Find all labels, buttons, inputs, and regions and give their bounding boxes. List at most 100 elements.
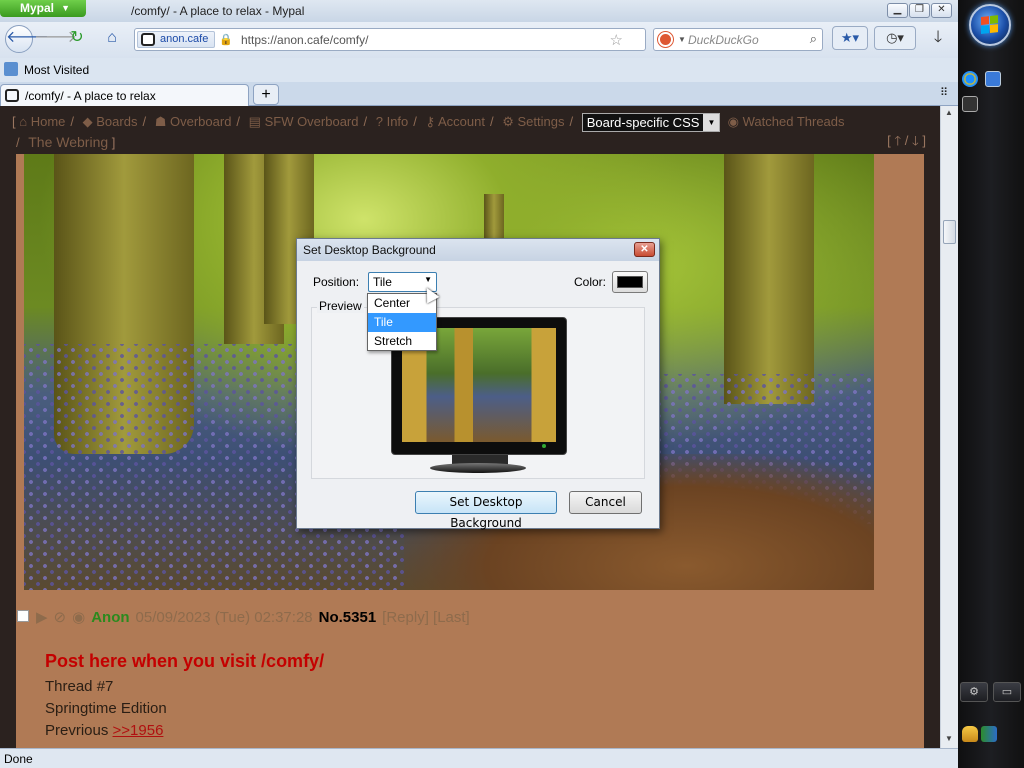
list-all-tabs-icon[interactable]: ⠿ bbox=[940, 86, 948, 99]
site-identity-label: anon.cafe bbox=[160, 33, 209, 45]
url-bar[interactable]: anon.cafe 🔒 https://anon.cafe/comfy/ ☆ bbox=[134, 28, 646, 51]
scroll-up-icon[interactable]: ▲ bbox=[945, 108, 953, 117]
webring-link[interactable]: The Webring bbox=[28, 134, 108, 150]
post-select-checkbox[interactable] bbox=[17, 610, 29, 622]
board-navigation: [ ⌂ Home / ◆ Boards / ☗ Overboard / ▤ SFW O… bbox=[12, 113, 845, 151]
downloads-icon[interactable]: 🡓 bbox=[925, 26, 951, 52]
app-menu-label: Mypal bbox=[20, 1, 55, 15]
show-desktop-icon[interactable] bbox=[962, 96, 978, 112]
post-body: Post here when you visit /comfy/ Thread … bbox=[45, 648, 324, 742]
monitor-base bbox=[430, 463, 526, 473]
tab-strip: /comfy/ - A place to relax + ⠿ bbox=[0, 82, 958, 106]
bookmarks-toolbar: Most Visited bbox=[0, 58, 958, 82]
scroll-down-icon[interactable]: ▼ bbox=[945, 734, 953, 743]
chevron-down-icon[interactable]: ▼ bbox=[678, 35, 686, 44]
color-swatch bbox=[617, 276, 643, 288]
page-scrollbar[interactable]: ▲ ▼ bbox=[940, 106, 958, 748]
new-tab-button[interactable]: + bbox=[253, 84, 279, 105]
post-line: Prevrious bbox=[45, 722, 109, 739]
quick-launch-icon[interactable] bbox=[985, 71, 1001, 87]
url-text[interactable]: https://anon.cafe/comfy/ bbox=[241, 33, 368, 47]
post-title: Post here when you visit /comfy/ bbox=[45, 651, 325, 671]
search-placeholder: DuckDuckGo bbox=[688, 33, 759, 47]
preview-label: Preview bbox=[317, 299, 364, 313]
color-label: Color: bbox=[574, 275, 607, 289]
history-button[interactable]: ◷▾ bbox=[874, 26, 916, 50]
tray-app-icon[interactable]: ⚙ bbox=[960, 682, 988, 702]
home-button[interactable]: ⌂ bbox=[99, 26, 125, 52]
color-picker-button[interactable] bbox=[612, 271, 648, 293]
tab-label: /comfy/ - A place to relax bbox=[25, 89, 156, 103]
windows-logo-icon bbox=[981, 15, 999, 35]
post-line: Thread #7 bbox=[45, 678, 114, 695]
internet-explorer-icon[interactable] bbox=[962, 71, 978, 87]
nav-boards-link[interactable]: ◆ Boards bbox=[83, 114, 138, 129]
dialog-close-button[interactable]: ✕ bbox=[634, 242, 655, 257]
dialog-titlebar: Set Desktop Background bbox=[297, 239, 659, 261]
hide-post-icon[interactable]: ⊘ bbox=[54, 609, 67, 626]
forward-button[interactable]: 🡒 bbox=[34, 26, 77, 52]
post-menu-arrow-icon[interactable]: ▶ bbox=[36, 609, 48, 626]
lock-icon: 🔒 bbox=[219, 34, 233, 46]
scroll-top-arrow-icon[interactable]: 🡑 bbox=[894, 133, 901, 148]
watched-threads-link[interactable]: ◉ Watched Threads bbox=[724, 114, 845, 129]
set-desktop-background-button[interactable]: Set Desktop Background bbox=[415, 491, 557, 530]
site-favicon bbox=[141, 33, 155, 46]
window-titlebar: Mypal ▼ /comfy/ - A place to relax - Mypa… bbox=[0, 0, 958, 22]
window-title: /comfy/ - A place to relax - Mypal bbox=[131, 4, 305, 18]
bookmarks-menu-button[interactable]: ★▾ bbox=[832, 26, 868, 50]
post-header: ▶ ⊘ ◉ Anon 05/09/2023 (Tue) 02:37:28 No.5351 [… bbox=[36, 608, 470, 626]
chevron-down-icon: ▼ bbox=[424, 275, 432, 284]
watch-thread-icon[interactable]: ◉ bbox=[72, 609, 85, 626]
tab-comfy[interactable]: /comfy/ - A place to relax bbox=[0, 84, 249, 106]
navigation-toolbar: 🡐 🡒 ↻ ⌂ anon.cafe 🔒 https://anon.cafe/co… bbox=[0, 22, 958, 58]
most-visited-bookmark[interactable]: Most Visited bbox=[24, 63, 89, 77]
page-scroll-arrows: [ 🡑 / 🡓 ] bbox=[887, 133, 926, 148]
bookmark-star-icon[interactable]: ☆ bbox=[610, 31, 623, 49]
search-icon[interactable]: ⌕ bbox=[810, 31, 817, 47]
network-icon[interactable] bbox=[981, 726, 997, 742]
board-css-select[interactable]: Board-specific CSS ▼ bbox=[581, 113, 721, 133]
power-led-icon bbox=[542, 444, 546, 448]
nav-sfw-overboard-link[interactable]: ▤ SFW Overboard bbox=[249, 114, 359, 129]
post-line: Springtime Edition bbox=[45, 700, 167, 717]
security-shield-icon[interactable] bbox=[962, 726, 978, 742]
scrollbar-thumb[interactable] bbox=[943, 220, 956, 244]
maximize-button[interactable]: ❐ bbox=[909, 3, 930, 18]
status-text: Done bbox=[4, 752, 33, 766]
nav-settings-link[interactable]: ⚙ Settings bbox=[502, 114, 564, 129]
windows-start-orb[interactable] bbox=[969, 4, 1011, 46]
minimize-button[interactable]: ▁ bbox=[887, 3, 908, 18]
option-stretch[interactable]: Stretch bbox=[368, 332, 436, 351]
app-menu-button[interactable]: Mypal ▼ bbox=[0, 0, 86, 17]
nav-account-link[interactable]: ⚷ Account bbox=[426, 114, 485, 129]
site-identity-button[interactable]: anon.cafe bbox=[137, 31, 216, 48]
set-desktop-background-dialog: Set Desktop Background ✕ Position: Tile ▼… bbox=[296, 238, 660, 530]
scroll-bottom-arrow-icon[interactable]: 🡓 bbox=[912, 133, 919, 148]
cancel-button[interactable]: Cancel bbox=[569, 491, 642, 514]
status-bar: Done bbox=[0, 748, 958, 768]
reload-button[interactable]: ↻ bbox=[64, 26, 90, 52]
option-tile[interactable]: Tile bbox=[368, 313, 436, 332]
quote-link[interactable]: >>1956 bbox=[113, 722, 164, 739]
windows-sidebar bbox=[958, 0, 1024, 768]
nav-home-link[interactable]: ⌂ Home bbox=[19, 114, 65, 129]
poster-name: Anon bbox=[91, 609, 130, 626]
position-label: Position: bbox=[313, 275, 360, 289]
reply-link[interactable]: [Reply] bbox=[382, 609, 429, 626]
nav-overboard-link[interactable]: ☗ Overboard bbox=[155, 114, 232, 129]
close-window-button[interactable]: ✕ bbox=[931, 3, 952, 18]
chevron-down-icon: ▼ bbox=[61, 3, 70, 13]
post-date: 05/09/2023 (Tue) 02:37:28 bbox=[135, 609, 313, 626]
chevron-down-icon: ▼ bbox=[703, 114, 720, 132]
tab-favicon bbox=[5, 89, 19, 102]
back-button[interactable]: 🡐 bbox=[5, 25, 49, 53]
post-number[interactable]: No.5351 bbox=[319, 609, 377, 626]
last-link[interactable]: [Last] bbox=[433, 609, 470, 626]
nav-info-link[interactable]: ? Info bbox=[376, 114, 409, 129]
duckduckgo-icon[interactable] bbox=[658, 32, 673, 47]
most-visited-icon bbox=[4, 62, 18, 76]
tray-window-icon[interactable]: ▭ bbox=[993, 682, 1021, 702]
search-box[interactable]: ▼ DuckDuckGo ⌕ bbox=[653, 28, 823, 51]
dialog-title: Set Desktop Background bbox=[303, 243, 436, 257]
